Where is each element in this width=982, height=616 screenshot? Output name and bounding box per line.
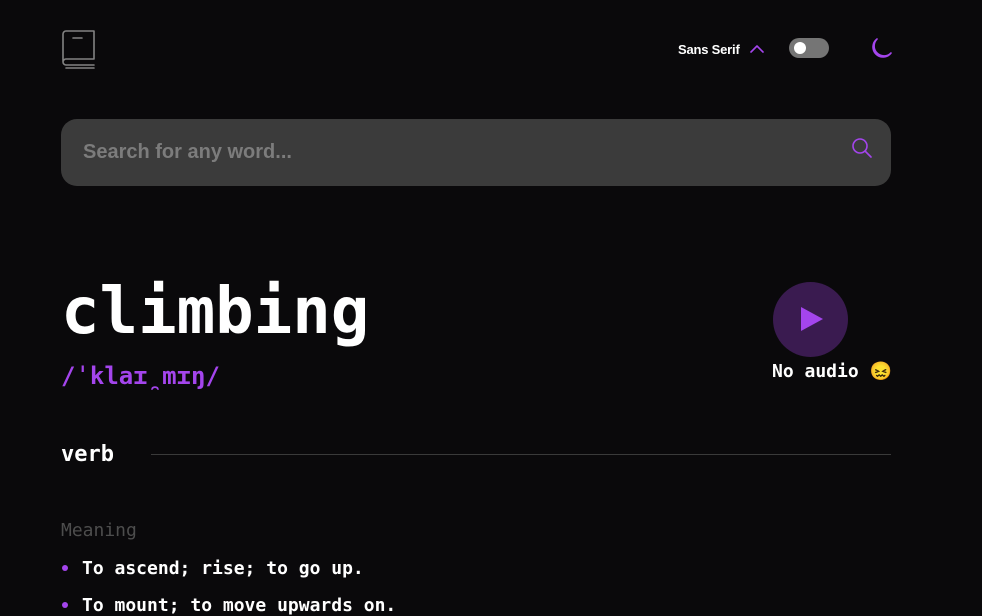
chevron-up-icon: [749, 45, 764, 53]
meaning-label: Meaning: [61, 520, 137, 541]
definition-text: To mount; to move upwards on.: [82, 594, 397, 616]
part-of-speech: verb: [61, 442, 114, 467]
definition-list: To ascend; rise; to go up. To mount; to …: [61, 556, 396, 616]
definition-text: To ascend; rise; to go up.: [82, 557, 364, 579]
audio-status: No audio 😖: [772, 361, 892, 382]
search-icon[interactable]: [851, 137, 873, 159]
play-icon: [801, 307, 823, 331]
search-input[interactable]: [83, 119, 823, 186]
font-selector-label: Sans Serif: [678, 41, 740, 57]
play-audio-button[interactable]: [773, 282, 848, 357]
theme-toggle[interactable]: [789, 38, 829, 58]
definition-item: To ascend; rise; to go up.: [61, 556, 396, 580]
divider: [151, 454, 891, 455]
book-icon[interactable]: [61, 30, 97, 70]
bullet-icon: [62, 565, 68, 571]
font-selector[interactable]: Sans Serif: [678, 40, 764, 58]
bullet-icon: [62, 602, 68, 608]
moon-icon[interactable]: [867, 36, 893, 62]
word-title: climbing: [61, 275, 370, 349]
search-bar: [61, 119, 891, 186]
phonetic-text: /ˈklaɪ̯mɪŋ/: [61, 362, 220, 390]
toggle-knob: [794, 42, 806, 54]
definition-item: To mount; to move upwards on.: [61, 593, 396, 616]
